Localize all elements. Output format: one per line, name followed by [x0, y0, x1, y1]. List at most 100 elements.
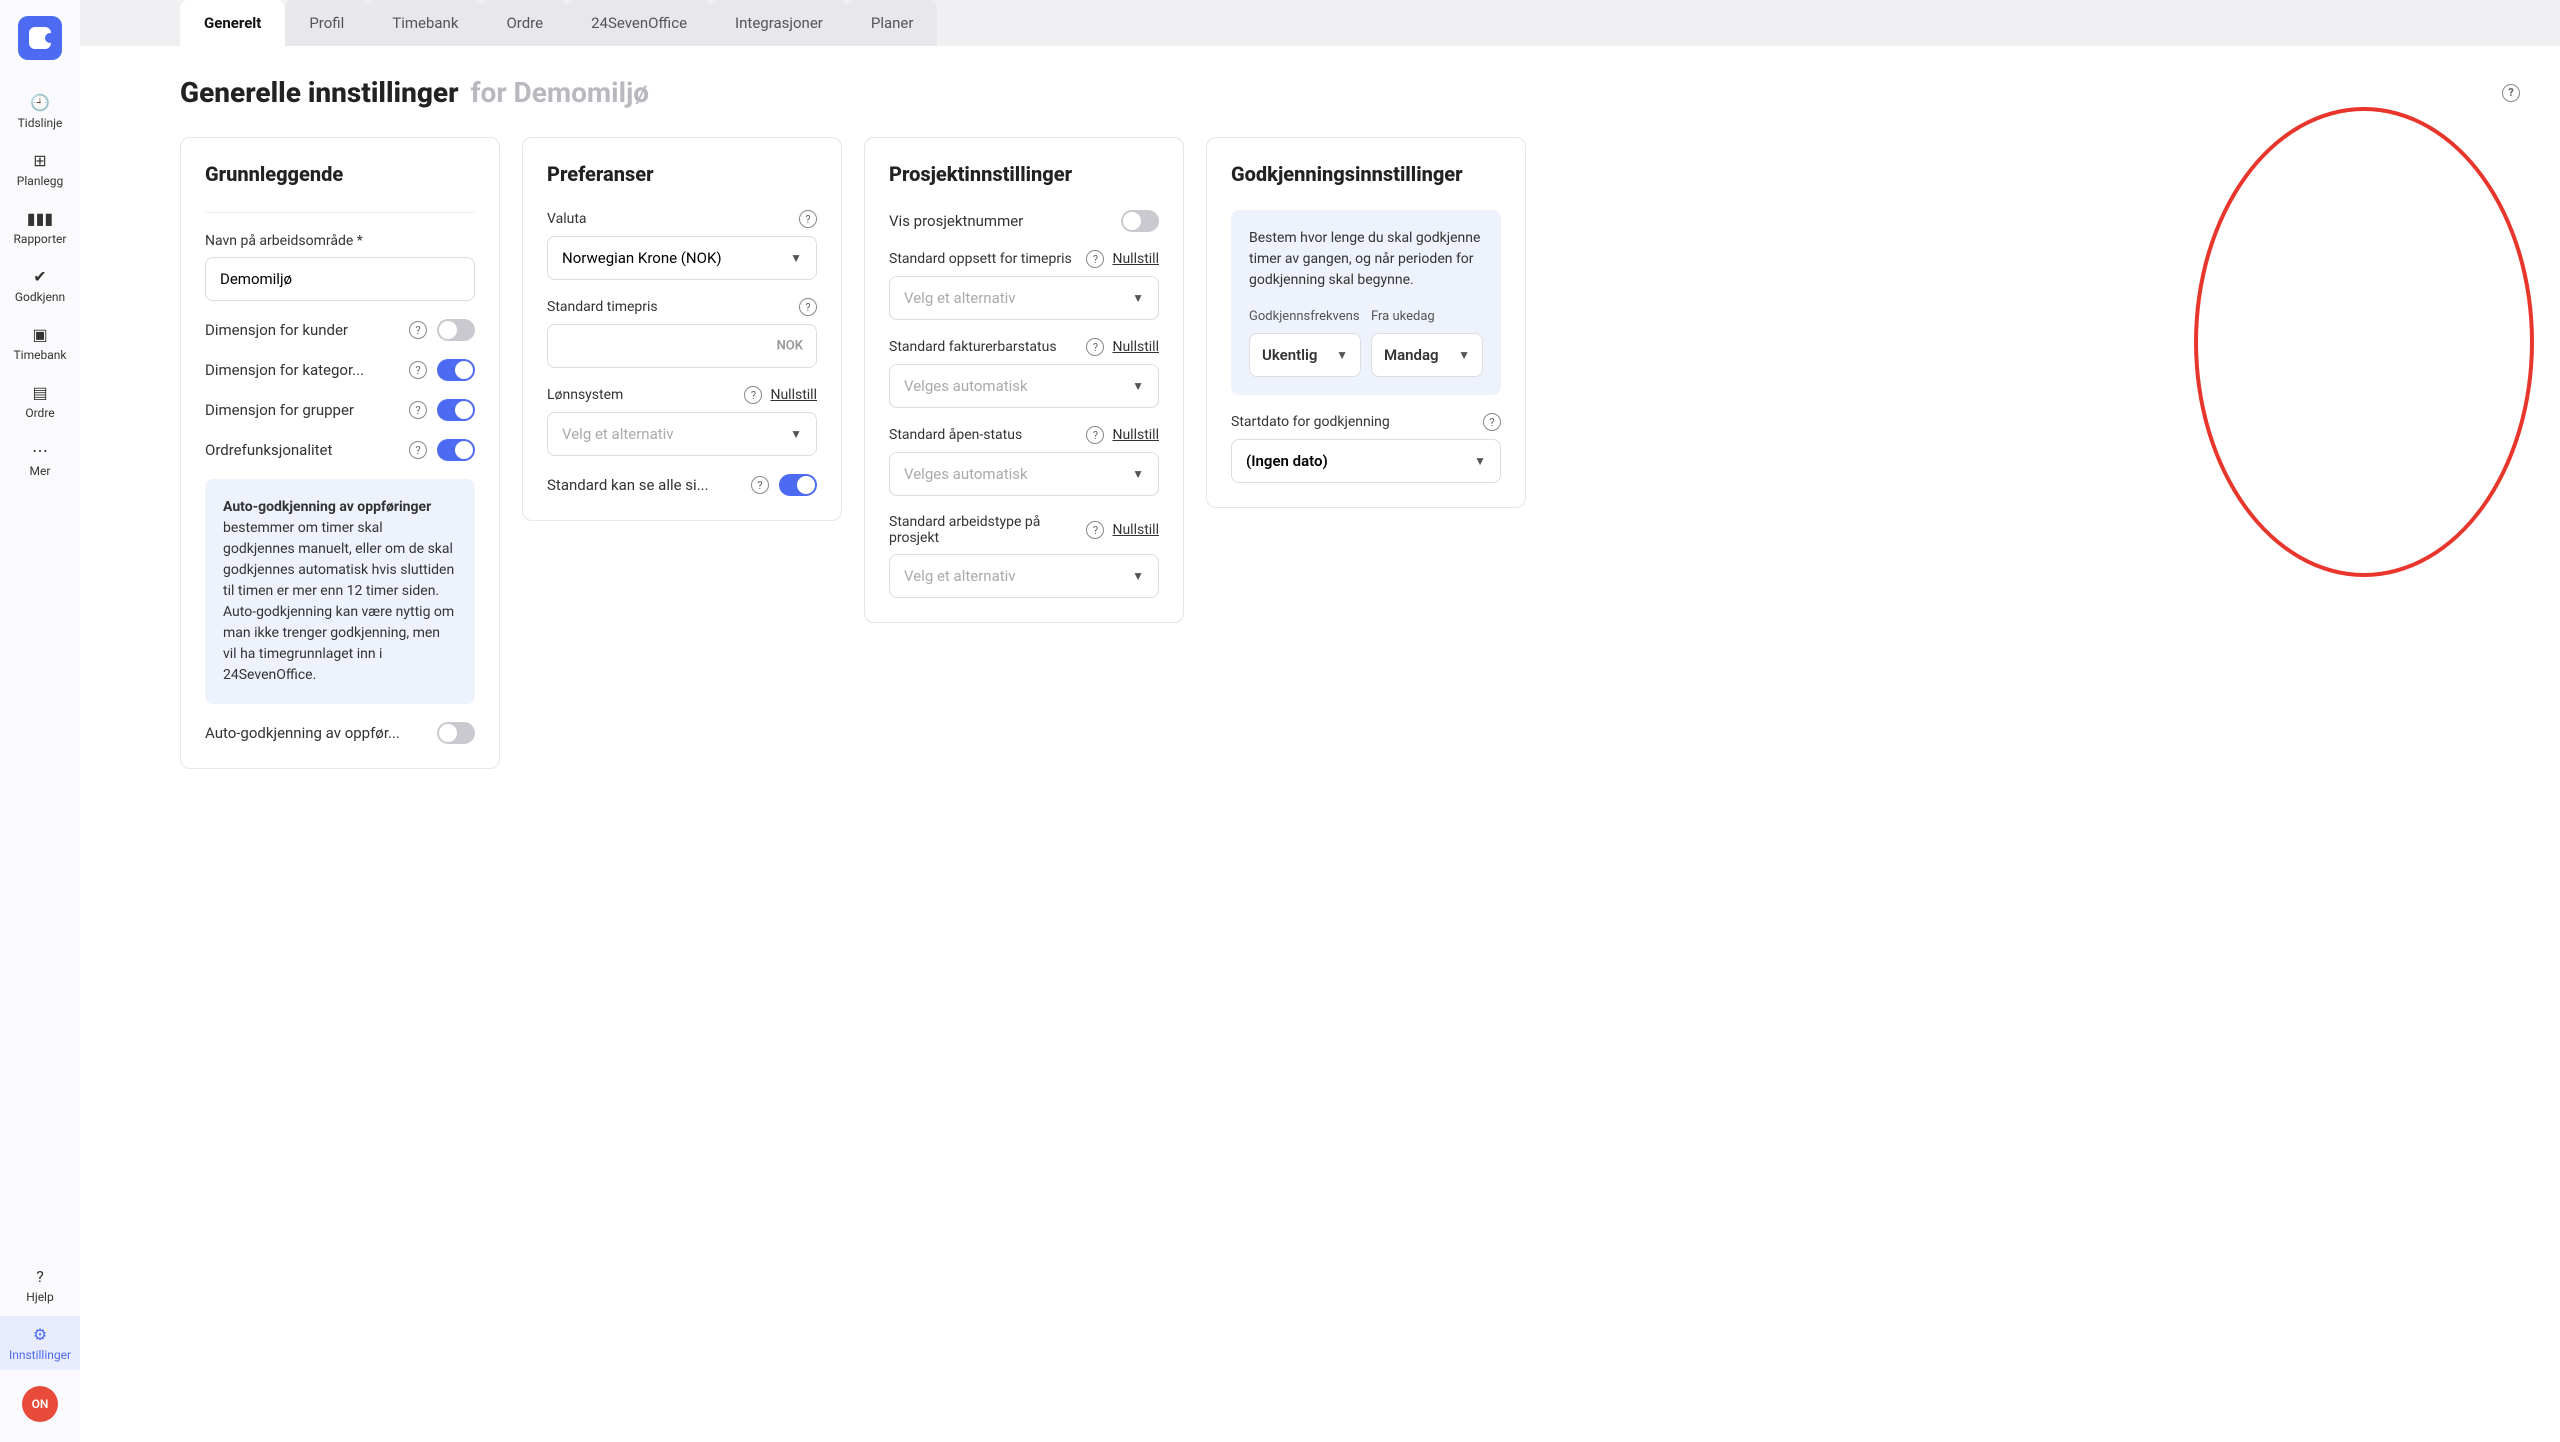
- help-icon[interactable]: ?: [799, 298, 817, 316]
- worktype-label: Standard arbeidstype på prosjekt: [889, 514, 1078, 546]
- billable-label: Standard fakturerbarstatus: [889, 339, 1078, 355]
- tab-24sevenoffice[interactable]: 24SevenOffice: [567, 0, 711, 46]
- valuta-select[interactable]: Norwegian Krone (NOK) ▼: [547, 236, 817, 280]
- help-icon[interactable]: ?: [1483, 413, 1501, 431]
- nav-label: Mer: [30, 464, 51, 478]
- select-placeholder: Velg et alternativ: [904, 567, 1016, 585]
- page-title-sub: for Demomiljø: [471, 76, 650, 109]
- nav-godkjenn[interactable]: ✔ Godkjenn: [0, 258, 80, 312]
- toggle-label: Auto-godkjenning av oppfør...: [205, 724, 427, 742]
- toggle-auto-godkjenning[interactable]: [437, 722, 475, 744]
- lonnsystem-select[interactable]: Velg et alternativ ▼: [547, 412, 817, 456]
- tab-timebank[interactable]: Timebank: [368, 0, 482, 46]
- card-godkjenningsinnstillinger: Godkjenningsinnstillinger Bestem hvor le…: [1206, 137, 1526, 508]
- card-title: Preferanser: [547, 162, 817, 186]
- select-value: Mandag: [1384, 344, 1439, 367]
- open-status-select[interactable]: Velges automatisk ▼: [889, 452, 1159, 496]
- sidebar: 🕘 Tidslinje ⊞ Planlegg ▮▮▮ Rapporter ✔ G…: [0, 0, 80, 1442]
- gear-icon: ⚙: [30, 1324, 50, 1344]
- tab-generelt[interactable]: Generelt: [180, 0, 285, 46]
- nav-label: Timebank: [14, 348, 67, 362]
- reset-worktype[interactable]: Nullstill: [1112, 522, 1159, 538]
- help-icon[interactable]: ?: [751, 476, 769, 494]
- help-icon[interactable]: ?: [2502, 84, 2520, 102]
- card-title: Prosjektinnstillinger: [889, 162, 1159, 186]
- help-icon: ?: [30, 1266, 50, 1286]
- reset-timeprice[interactable]: Nullstill: [1112, 251, 1159, 267]
- help-icon[interactable]: ?: [409, 321, 427, 339]
- nav-tidslinje[interactable]: 🕘 Tidslinje: [0, 84, 80, 138]
- nav-rapporter[interactable]: ▮▮▮ Rapporter: [0, 200, 80, 254]
- help-icon[interactable]: ?: [409, 401, 427, 419]
- lonnsystem-label: Lønnsystem: [547, 387, 736, 403]
- nav-label: Innstillinger: [9, 1348, 71, 1362]
- help-icon[interactable]: ?: [409, 361, 427, 379]
- reset-billable[interactable]: Nullstill: [1112, 339, 1159, 355]
- chart-icon: ▮▮▮: [30, 208, 50, 228]
- timepris-label: Standard timepris: [547, 299, 791, 315]
- startdato-select[interactable]: (Ingen dato) ▼: [1231, 439, 1501, 483]
- timeprice-select[interactable]: Velg et alternativ ▼: [889, 276, 1159, 320]
- nav-label: Rapporter: [14, 232, 67, 246]
- nav-ordre[interactable]: ▤ Ordre: [0, 374, 80, 428]
- page-title-main: Generelle innstillinger: [180, 76, 459, 109]
- tab-planer[interactable]: Planer: [847, 0, 938, 46]
- info-auto-godkjenning: Auto-godkjenning av oppføringer bestemme…: [205, 479, 475, 704]
- weekday-select[interactable]: Mandag ▼: [1371, 333, 1483, 378]
- help-icon[interactable]: ?: [1086, 250, 1104, 268]
- open-status-label: Standard åpen-status: [889, 427, 1078, 443]
- plan-icon: ⊞: [30, 150, 50, 170]
- chevron-down-icon: ▼: [1132, 379, 1144, 393]
- help-icon[interactable]: ?: [1086, 426, 1104, 444]
- tabs: Generelt Profil Timebank Ordre 24SevenOf…: [80, 0, 2560, 46]
- main: Generelt Profil Timebank Ordre 24SevenOf…: [80, 0, 2560, 1442]
- chevron-down-icon: ▼: [1132, 291, 1144, 305]
- nav-timebank[interactable]: ▣ Timebank: [0, 316, 80, 370]
- help-icon[interactable]: ?: [1086, 521, 1104, 539]
- tab-profil[interactable]: Profil: [285, 0, 368, 46]
- timeprice-label: Standard oppsett for timepris: [889, 251, 1078, 267]
- card-title: Grunnleggende: [205, 162, 475, 186]
- chevron-down-icon: ▼: [790, 251, 802, 265]
- help-icon[interactable]: ?: [799, 210, 817, 228]
- toggle-dimension-kunder[interactable]: [437, 319, 475, 341]
- nav-mer[interactable]: ⋯ Mer: [0, 432, 80, 486]
- toggle-label: Dimensjon for kunder: [205, 321, 399, 339]
- workspace-name-input[interactable]: [205, 257, 475, 301]
- more-icon: ⋯: [30, 440, 50, 460]
- toggle-dimension-grupper[interactable]: [437, 399, 475, 421]
- nav-hjelp[interactable]: ? Hjelp: [0, 1258, 80, 1312]
- billable-select[interactable]: Velges automatisk ▼: [889, 364, 1159, 408]
- reset-open[interactable]: Nullstill: [1112, 427, 1159, 443]
- nav-label: Godkjenn: [15, 290, 65, 304]
- toggle-see-all[interactable]: [779, 474, 817, 496]
- toggle-label: Ordrefunksjonalitet: [205, 441, 399, 459]
- reset-lonnsystem[interactable]: Nullstill: [770, 387, 817, 403]
- tab-integrasjoner[interactable]: Integrasjoner: [711, 0, 847, 46]
- tab-ordre[interactable]: Ordre: [482, 0, 567, 46]
- select-placeholder: Velg et alternativ: [562, 425, 674, 443]
- help-icon[interactable]: ?: [409, 441, 427, 459]
- card-title: Godkjenningsinnstillinger: [1231, 162, 1501, 186]
- card-preferanser: Preferanser Valuta ? Norwegian Krone (NO…: [522, 137, 842, 521]
- freq-select[interactable]: Ukentlig ▼: [1249, 333, 1361, 378]
- toggle-dimension-kategor[interactable]: [437, 359, 475, 381]
- nav-innstillinger[interactable]: ⚙ Innstillinger: [0, 1316, 80, 1370]
- nav-label: Planlegg: [17, 174, 63, 188]
- toggle-ordrefunksjonalitet[interactable]: [437, 439, 475, 461]
- help-icon[interactable]: ?: [744, 386, 762, 404]
- valuta-label: Valuta: [547, 211, 791, 227]
- help-icon[interactable]: ?: [1086, 338, 1104, 356]
- weekday-label: Fra ukedag: [1371, 307, 1483, 327]
- currency-suffix: NOK: [777, 339, 803, 354]
- toggle-label: Standard kan se alle si...: [547, 476, 741, 494]
- nav-label: Hjelp: [26, 1290, 53, 1304]
- toggle-label: Vis prosjektnummer: [889, 212, 1111, 230]
- chevron-down-icon: ▼: [1132, 467, 1144, 481]
- avatar[interactable]: ON: [22, 1386, 58, 1422]
- app-logo[interactable]: [18, 16, 62, 60]
- worktype-select[interactable]: Velg et alternativ ▼: [889, 554, 1159, 598]
- nav-planlegg[interactable]: ⊞ Planlegg: [0, 142, 80, 196]
- select-value: Ukentlig: [1262, 344, 1317, 367]
- toggle-vis-prosjektnummer[interactable]: [1121, 210, 1159, 232]
